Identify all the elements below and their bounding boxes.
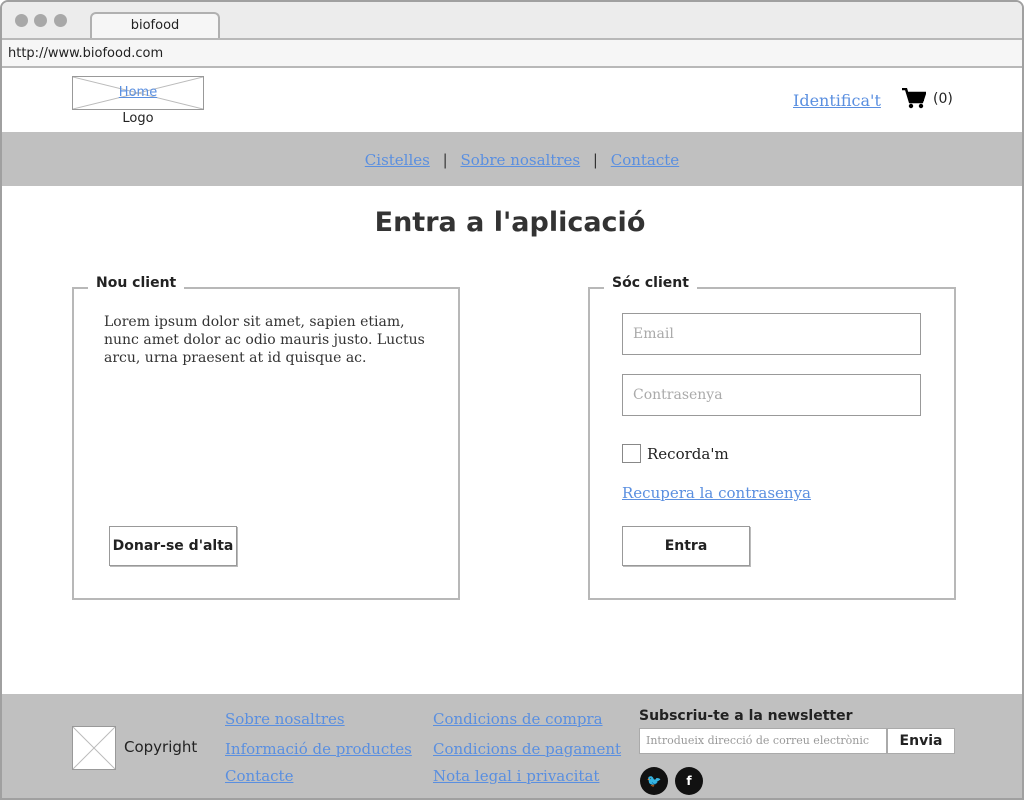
home-link[interactable]: Home <box>73 85 203 100</box>
newsletter-submit-button[interactable]: Envia <box>887 728 955 754</box>
address-bar[interactable]: http://www.biofood.com <box>2 38 1022 68</box>
nav-separator: | <box>592 151 598 169</box>
login-button[interactable]: Entra <box>622 526 750 566</box>
page-title: Entra a l'aplicació <box>374 207 646 238</box>
twitter-icon[interactable]: 🐦 <box>640 767 668 795</box>
site-header: Home Logo Identifica't (0) <box>2 68 1022 132</box>
recover-password-link[interactable]: Recupera la contrasenya <box>622 484 811 502</box>
cart-count: (0) <box>933 91 953 107</box>
nav-item-cistelles[interactable]: Cistelles <box>365 151 430 169</box>
signup-button[interactable]: Donar-se d'alta <box>109 526 237 566</box>
footer-link-nota-legal[interactable]: Nota legal i privacitat <box>433 767 599 785</box>
footer-logo <box>72 726 116 770</box>
browser-window: biofood http://www.biofood.com Home Logo… <box>0 0 1024 800</box>
browser-titlebar: biofood <box>2 2 1022 38</box>
facebook-icon[interactable]: f <box>675 767 703 795</box>
footer-logo-placeholder-icon <box>72 726 116 770</box>
nav-separator: | <box>442 151 448 169</box>
browser-tab[interactable]: biofood <box>90 12 220 38</box>
logo-label: Logo <box>122 111 154 126</box>
window-close-dot[interactable] <box>15 14 28 27</box>
footer-link-informacio-productes[interactable]: Informació de productes <box>225 740 412 758</box>
existing-client-panel: Sóc client Email Contrasenya Recorda'm R… <box>588 275 956 600</box>
identify-link[interactable]: Identifica't <box>793 91 881 110</box>
main-nav: Cistelles | Sobre nosaltres | Contacte <box>2 132 1022 186</box>
window-maximize-dot[interactable] <box>54 14 67 27</box>
remember-checkbox[interactable] <box>622 444 641 463</box>
remember-label[interactable]: Recorda'm <box>647 445 729 463</box>
new-client-legend: Nou client <box>88 275 185 291</box>
password-field[interactable]: Contrasenya <box>622 374 921 416</box>
copyright-text: Copyright <box>124 738 198 756</box>
newsletter-email-input[interactable]: Introdueix direcció de correu electrònic <box>639 728 887 754</box>
footer-link-condicions-compra[interactable]: Condicions de compra <box>433 710 603 728</box>
new-client-description: Lorem ipsum dolor sit amet, sapien etiam… <box>104 314 425 366</box>
newsletter-title: Subscriu-te a la newsletter <box>639 708 853 724</box>
new-client-panel: Nou client Lorem ipsum dolor sit amet, s… <box>72 275 460 600</box>
window-minimize-dot[interactable] <box>34 14 47 27</box>
url-text[interactable]: http://www.biofood.com <box>8 46 163 61</box>
nav-item-sobre-nosaltres[interactable]: Sobre nosaltres <box>460 151 580 169</box>
footer-link-sobre-nosaltres[interactable]: Sobre nosaltres <box>225 710 345 728</box>
nav-item-contacte[interactable]: Contacte <box>611 151 679 169</box>
footer-link-condicions-pagament[interactable]: Condicions de pagament <box>433 740 621 758</box>
shopping-cart-icon[interactable] <box>902 88 926 110</box>
site-footer: Copyright Sobre nosaltres Informació de … <box>2 694 1022 798</box>
logo-image[interactable]: Home <box>72 76 204 110</box>
email-field[interactable]: Email <box>622 313 921 355</box>
footer-link-contacte[interactable]: Contacte <box>225 767 293 785</box>
existing-client-legend: Sóc client <box>604 275 697 291</box>
